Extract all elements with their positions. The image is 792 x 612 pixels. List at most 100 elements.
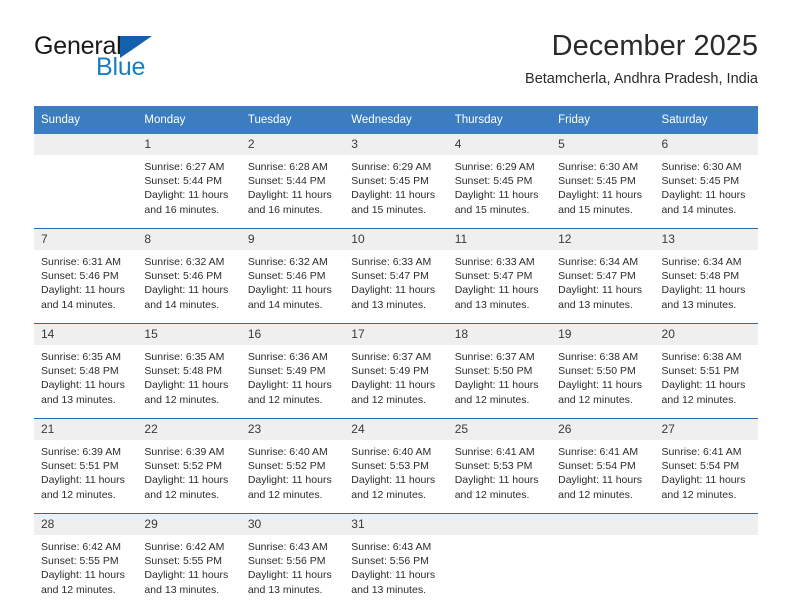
day-cell[interactable]: 26 Sunrise: 6:41 AM Sunset: 5:54 PM Dayligh… bbox=[551, 418, 655, 514]
sunrise-text: Sunrise: 6:42 AM bbox=[144, 541, 225, 553]
day-number: 9 bbox=[240, 229, 345, 250]
day-details: Sunrise: 6:28 AM Sunset: 5:44 PM Daylight:… bbox=[241, 155, 344, 228]
generalblue-logo[interactable]: General Blue bbox=[34, 32, 254, 88]
calendar-page: General Blue December 2025 Betamcherla, … bbox=[0, 0, 792, 612]
day-number: 10 bbox=[344, 229, 448, 250]
day-cell[interactable]: 9 Sunrise: 6:32 AM Sunset: 5:46 PM Daylight… bbox=[240, 228, 345, 324]
day-details: Sunrise: 6:33 AM Sunset: 5:47 PM Daylight:… bbox=[344, 250, 447, 323]
sunrise-text: Sunrise: 6:28 AM bbox=[247, 161, 328, 173]
day-number: 1 bbox=[137, 134, 241, 155]
day-cell[interactable]: 16 Sunrise: 6:36 AM Sunset: 5:49 PM Dayligh… bbox=[240, 323, 345, 419]
day-cell[interactable] bbox=[654, 513, 758, 608]
day-cell[interactable]: 23 Sunrise: 6:40 AM Sunset: 5:52 PM Dayligh… bbox=[240, 418, 345, 514]
daylight-text-cont: and 12 minutes. bbox=[454, 488, 530, 501]
day-cell[interactable]: 6 Sunrise: 6:30 AM Sunset: 5:45 PM Daylight… bbox=[654, 134, 758, 229]
day-details: Sunrise: 6:38 AM Sunset: 5:50 PM Daylight:… bbox=[551, 345, 654, 418]
sunset-text: Sunset: 5:50 PM bbox=[558, 365, 636, 378]
day-cell[interactable]: 12 Sunrise: 6:34 AM Sunset: 5:47 PM Dayligh… bbox=[551, 228, 655, 324]
weekday-header-thursday: Thursday bbox=[447, 106, 552, 134]
day-cell[interactable]: 25 Sunrise: 6:41 AM Sunset: 5:53 PM Dayligh… bbox=[447, 418, 552, 514]
daylight-text: Daylight: 11 hours bbox=[558, 189, 642, 202]
day-cell[interactable]: 20 Sunrise: 6:38 AM Sunset: 5:51 PM Dayligh… bbox=[654, 323, 758, 419]
day-details bbox=[655, 535, 758, 608]
daylight-text: Daylight: 11 hours bbox=[661, 379, 746, 392]
day-cell[interactable]: 28 Sunrise: 6:42 AM Sunset: 5:55 PM Dayligh… bbox=[34, 513, 138, 608]
day-cell[interactable]: 13 Sunrise: 6:34 AM Sunset: 5:48 PM Dayligh… bbox=[654, 228, 758, 324]
week-row: 7 Sunrise: 6:31 AM Sunset: 5:46 PM Daylight… bbox=[34, 228, 758, 324]
calendar-table: Sunday Monday Tuesday Wednesday Thursday… bbox=[34, 106, 758, 608]
daylight-text: Daylight: 11 hours bbox=[144, 284, 229, 297]
day-cell[interactable]: 19 Sunrise: 6:38 AM Sunset: 5:50 PM Dayligh… bbox=[551, 323, 655, 419]
daylight-text-cont: and 13 minutes. bbox=[558, 298, 633, 311]
day-number: 3 bbox=[344, 134, 448, 155]
daylight-text-cont: and 15 minutes. bbox=[351, 203, 426, 216]
sunrise-text: Sunrise: 6:33 AM bbox=[351, 256, 432, 268]
sunset-text: Sunset: 5:45 PM bbox=[351, 175, 429, 188]
daylight-text-cont: and 13 minutes. bbox=[247, 583, 323, 596]
daylight-text: Daylight: 11 hours bbox=[144, 189, 229, 202]
day-cell[interactable]: 30 Sunrise: 6:43 AM Sunset: 5:56 PM Dayligh… bbox=[240, 513, 345, 608]
sunrise-text: Sunrise: 6:40 AM bbox=[247, 446, 328, 458]
sunrise-text: Sunrise: 6:42 AM bbox=[41, 541, 121, 553]
sunset-text: Sunset: 5:56 PM bbox=[351, 555, 429, 568]
day-details: Sunrise: 6:41 AM Sunset: 5:53 PM Daylight:… bbox=[448, 440, 551, 513]
day-number: 29 bbox=[137, 514, 241, 535]
daylight-text: Daylight: 11 hours bbox=[454, 474, 539, 487]
day-cell[interactable]: 5 Sunrise: 6:30 AM Sunset: 5:45 PM Daylight… bbox=[551, 134, 655, 229]
day-cell[interactable]: 31 Sunrise: 6:43 AM Sunset: 5:56 PM Dayligh… bbox=[344, 513, 448, 608]
week-row: 21 Sunrise: 6:39 AM Sunset: 5:51 PM Dayligh… bbox=[34, 418, 758, 514]
day-cell[interactable]: 15 Sunrise: 6:35 AM Sunset: 5:48 PM Dayligh… bbox=[137, 323, 241, 419]
daylight-text-cont: and 13 minutes. bbox=[41, 393, 116, 406]
day-cell[interactable]: 4 Sunrise: 6:29 AM Sunset: 5:45 PM Daylight… bbox=[447, 134, 552, 229]
daylight-text: Daylight: 11 hours bbox=[558, 284, 642, 297]
day-cell[interactable]: 21 Sunrise: 6:39 AM Sunset: 5:51 PM Dayligh… bbox=[34, 418, 138, 514]
day-details: Sunrise: 6:32 AM Sunset: 5:46 PM Daylight:… bbox=[137, 250, 240, 323]
daylight-text-cont: and 14 minutes. bbox=[144, 298, 220, 311]
day-details: Sunrise: 6:27 AM Sunset: 5:44 PM Daylight:… bbox=[137, 155, 240, 228]
day-details: Sunrise: 6:43 AM Sunset: 5:56 PM Daylight:… bbox=[344, 535, 447, 608]
day-details: Sunrise: 6:30 AM Sunset: 5:45 PM Daylight:… bbox=[655, 155, 758, 228]
day-cell[interactable]: 17 Sunrise: 6:37 AM Sunset: 5:49 PM Dayligh… bbox=[344, 323, 448, 419]
daylight-text: Daylight: 11 hours bbox=[351, 474, 436, 487]
sunset-text: Sunset: 5:45 PM bbox=[661, 175, 740, 188]
sunset-text: Sunset: 5:51 PM bbox=[661, 365, 740, 378]
day-cell[interactable]: 14 Sunrise: 6:35 AM Sunset: 5:48 PM Dayligh… bbox=[34, 323, 138, 419]
day-number: 26 bbox=[551, 419, 655, 440]
day-cell[interactable]: 29 Sunrise: 6:42 AM Sunset: 5:55 PM Dayligh… bbox=[137, 513, 241, 608]
daylight-text-cont: and 12 minutes. bbox=[661, 393, 737, 406]
day-cell[interactable]: 22 Sunrise: 6:39 AM Sunset: 5:52 PM Dayligh… bbox=[137, 418, 241, 514]
day-cell[interactable]: 24 Sunrise: 6:40 AM Sunset: 5:53 PM Dayligh… bbox=[344, 418, 448, 514]
sunrise-text: Sunrise: 6:29 AM bbox=[454, 161, 535, 173]
day-cell[interactable]: 7 Sunrise: 6:31 AM Sunset: 5:46 PM Daylight… bbox=[34, 228, 138, 324]
day-details: Sunrise: 6:40 AM Sunset: 5:52 PM Daylight:… bbox=[241, 440, 344, 513]
sunrise-text: Sunrise: 6:31 AM bbox=[41, 256, 121, 268]
sunrise-text: Sunrise: 6:37 AM bbox=[351, 351, 432, 363]
daylight-text-cont: and 14 minutes. bbox=[247, 298, 323, 311]
daylight-text: Daylight: 11 hours bbox=[41, 379, 125, 392]
day-cell[interactable]: 2 Sunrise: 6:28 AM Sunset: 5:44 PM Daylight… bbox=[240, 134, 345, 229]
day-cell[interactable]: 27 Sunrise: 6:41 AM Sunset: 5:54 PM Dayligh… bbox=[654, 418, 758, 514]
day-details: Sunrise: 6:29 AM Sunset: 5:45 PM Daylight:… bbox=[448, 155, 551, 228]
day-cell[interactable] bbox=[447, 513, 552, 608]
day-details: Sunrise: 6:32 AM Sunset: 5:46 PM Daylight:… bbox=[241, 250, 344, 323]
day-cell[interactable]: 8 Sunrise: 6:32 AM Sunset: 5:46 PM Daylight… bbox=[137, 228, 241, 324]
day-cell[interactable]: 11 Sunrise: 6:33 AM Sunset: 5:47 PM Dayligh… bbox=[447, 228, 552, 324]
sunrise-text: Sunrise: 6:41 AM bbox=[454, 446, 535, 458]
day-cell[interactable]: 10 Sunrise: 6:33 AM Sunset: 5:47 PM Dayligh… bbox=[344, 228, 448, 324]
sunset-text: Sunset: 5:45 PM bbox=[558, 175, 636, 188]
sunset-text: Sunset: 5:54 PM bbox=[661, 460, 740, 473]
day-cell[interactable] bbox=[34, 134, 138, 229]
day-cell[interactable] bbox=[551, 513, 655, 608]
day-cell[interactable]: 3 Sunrise: 6:29 AM Sunset: 5:45 PM Daylight… bbox=[344, 134, 448, 229]
sunrise-text: Sunrise: 6:40 AM bbox=[351, 446, 432, 458]
sunrise-text: Sunrise: 6:34 AM bbox=[661, 256, 742, 268]
day-number bbox=[34, 134, 138, 155]
daylight-text-cont: and 12 minutes. bbox=[351, 393, 426, 406]
calendar-body: 1 Sunrise: 6:27 AM Sunset: 5:44 PM Daylight… bbox=[34, 134, 758, 608]
day-number: 21 bbox=[34, 419, 138, 440]
daylight-text: Daylight: 11 hours bbox=[454, 379, 539, 392]
day-details: Sunrise: 6:37 AM Sunset: 5:49 PM Daylight:… bbox=[344, 345, 447, 418]
day-cell[interactable]: 1 Sunrise: 6:27 AM Sunset: 5:44 PM Daylight… bbox=[137, 134, 241, 229]
day-cell[interactable]: 18 Sunrise: 6:37 AM Sunset: 5:50 PM Dayligh… bbox=[447, 323, 552, 419]
daylight-text-cont: and 13 minutes. bbox=[351, 298, 426, 311]
